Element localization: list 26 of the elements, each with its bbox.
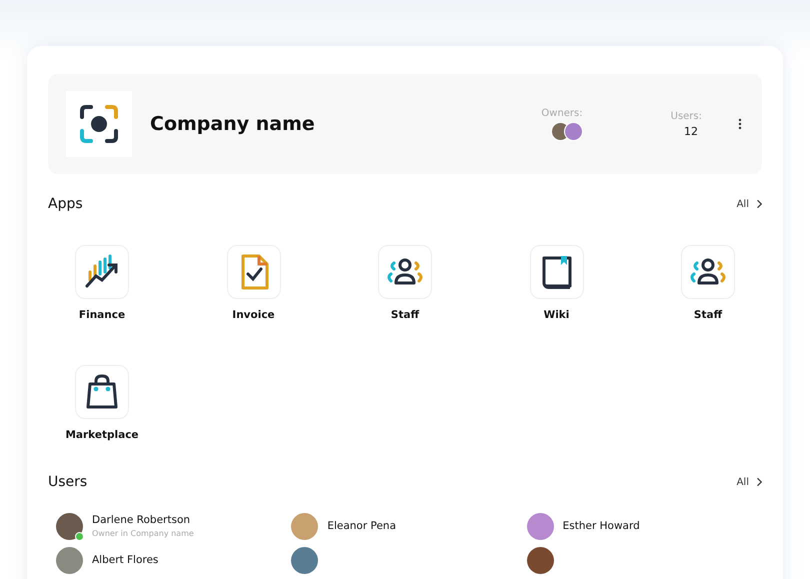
user-name: Darlene Robertson bbox=[92, 514, 192, 526]
app-item[interactable]: Finance bbox=[48, 245, 156, 321]
app-item[interactable]: Staff bbox=[351, 245, 459, 321]
user-name: Eleanor Pena bbox=[327, 520, 396, 532]
owners-label: Owners: bbox=[541, 108, 583, 118]
user-role: Owner in Company name bbox=[92, 529, 194, 538]
users-count: 12 bbox=[684, 124, 698, 138]
company-name: Company name bbox=[150, 113, 316, 135]
online-status-dot bbox=[75, 532, 84, 540]
owner-avatar bbox=[564, 122, 583, 140]
app-item[interactable]: Marketplace bbox=[48, 365, 156, 441]
company-logo bbox=[66, 91, 132, 157]
all-link[interactable]: All bbox=[736, 476, 762, 488]
more-options-button[interactable] bbox=[736, 116, 744, 132]
section-title: Apps bbox=[48, 196, 83, 212]
chevron-right-icon bbox=[756, 199, 762, 209]
app-item[interactable]: Invoice bbox=[200, 245, 308, 321]
chevron-right-icon bbox=[756, 477, 762, 487]
user-name: Esther Howard bbox=[562, 520, 640, 532]
section-title: Users bbox=[48, 474, 88, 490]
more-options-icon bbox=[738, 118, 742, 130]
all-link[interactable]: All bbox=[736, 198, 762, 210]
users-label: Users: bbox=[670, 110, 702, 122]
user-name: Albert Flores bbox=[92, 554, 158, 566]
app-item[interactable]: Staff bbox=[654, 245, 762, 321]
app-item[interactable]: Wiki bbox=[502, 245, 610, 321]
